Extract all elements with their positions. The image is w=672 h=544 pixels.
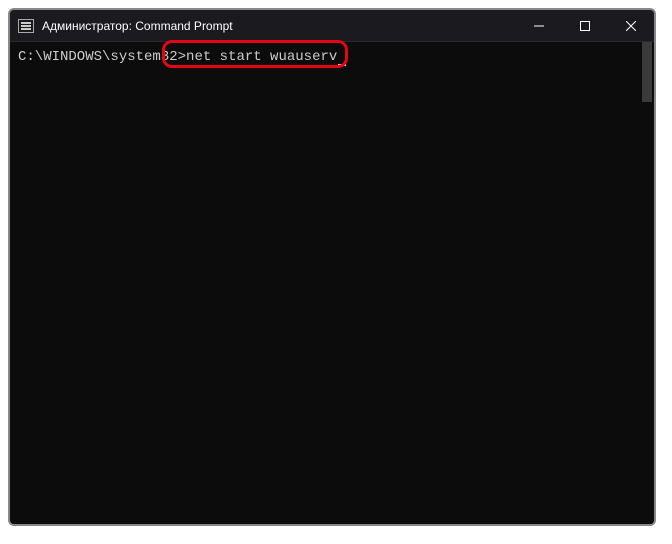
window-title: Администратор: Command Prompt — [42, 19, 233, 33]
minimize-button[interactable] — [516, 10, 562, 41]
titlebar-left: Администратор: Command Prompt — [10, 19, 233, 33]
scrollbar-thumb[interactable] — [642, 42, 652, 102]
command-text: net start wuauserv — [186, 49, 337, 65]
terminal-body[interactable]: C:\WINDOWS\system32>net start wuauserv — [10, 42, 654, 524]
window-controls — [516, 10, 654, 41]
close-button[interactable] — [608, 10, 654, 41]
prompt-path: C:\WINDOWS\system32 — [18, 49, 178, 65]
text-cursor — [338, 64, 346, 66]
cmd-icon — [18, 19, 34, 33]
maximize-button[interactable] — [562, 10, 608, 41]
command-prompt-window: Администратор: Command Prompt C:\WINDOWS… — [10, 10, 654, 524]
titlebar[interactable]: Администратор: Command Prompt — [10, 10, 654, 42]
window-frame: Администратор: Command Prompt C:\WINDOWS… — [8, 8, 656, 526]
prompt-char: > — [178, 49, 186, 65]
terminal-line: C:\WINDOWS\system32>net start wuauserv — [18, 48, 646, 66]
vertical-scrollbar[interactable] — [640, 42, 654, 524]
